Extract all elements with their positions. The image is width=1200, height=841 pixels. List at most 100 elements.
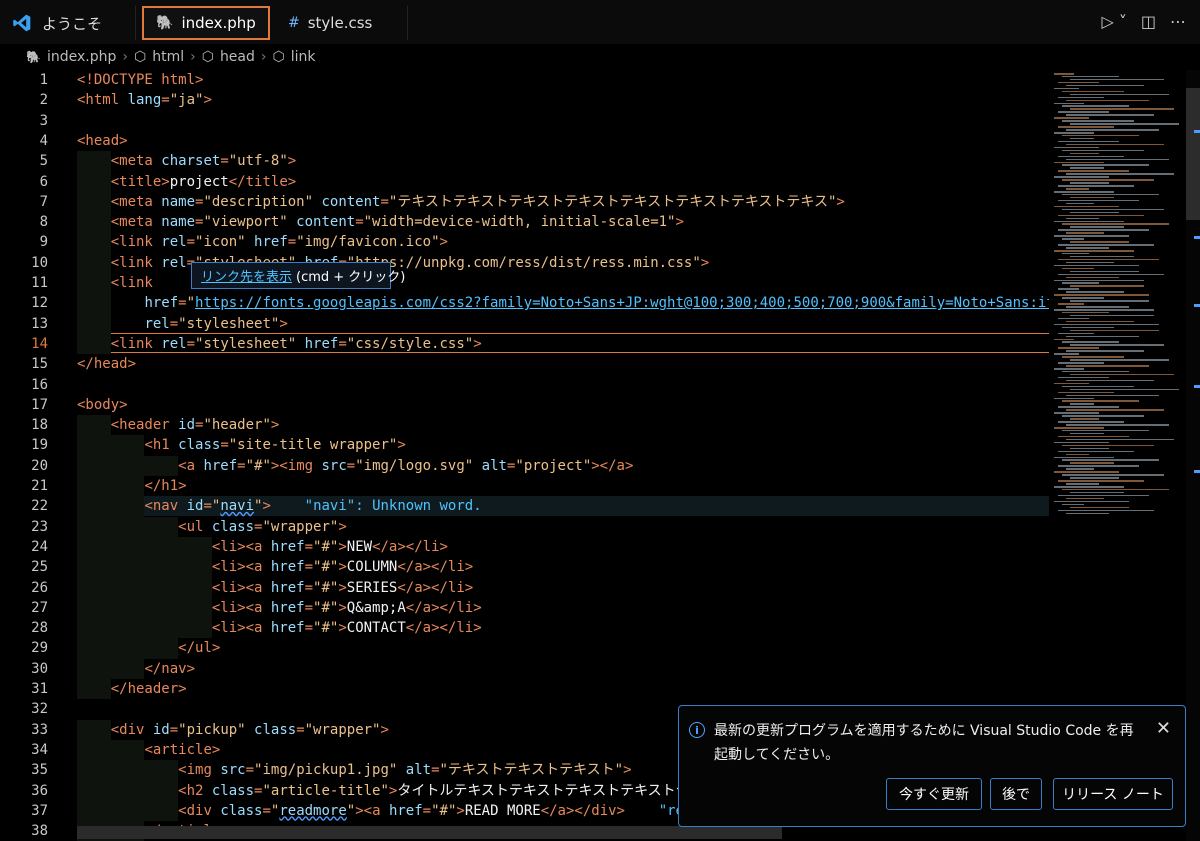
code-line[interactable]: <nav id="navi"> "navi": Unknown word.	[77, 496, 481, 516]
breadcrumb-item[interactable]: html	[152, 49, 184, 65]
minimap-line	[1054, 471, 1119, 473]
minimap-line	[1054, 176, 1109, 178]
code-line[interactable]: <li><a href="#">NEW</a></li>	[77, 537, 448, 557]
line-number: 29	[31, 640, 48, 657]
code-token: rel	[144, 315, 170, 332]
minimap-line	[1054, 235, 1129, 237]
minimap-line	[1070, 418, 1099, 420]
code-line[interactable]: <div id="pickup" class="wrapper">	[77, 720, 389, 740]
minimap-line	[1070, 167, 1104, 169]
code-line[interactable]: <li><a href="#">COLUMN</a></li>	[77, 557, 473, 577]
minimap-line	[1066, 468, 1094, 470]
code-line[interactable]: <li><a href="#">SERIES</a></li>	[77, 578, 473, 598]
minimap-line	[1066, 158, 1169, 161]
code-line[interactable]: </head>	[77, 354, 136, 374]
code-line[interactable]: <meta charset="utf-8">	[77, 151, 296, 171]
code-line[interactable]: <!DOCTYPE html>	[77, 70, 203, 90]
code-token: =	[178, 295, 187, 312]
code-line[interactable]: <article>	[77, 740, 220, 760]
code-token: "article-title"	[262, 782, 389, 799]
code-token: >	[338, 620, 347, 637]
tab-welcome[interactable]: ようこそ	[0, 6, 136, 40]
tab-index-php[interactable]: 🐘 index.php	[142, 6, 270, 40]
code-line[interactable]: <head>	[77, 131, 128, 151]
update-now-button[interactable]: 今すぐ更新	[886, 778, 982, 810]
code-line[interactable]: <h1 class="site-title wrapper">	[77, 435, 405, 455]
minimap-line	[1070, 226, 1124, 228]
minimap-line	[1062, 444, 1154, 447]
code-line[interactable]: <meta name="viewport" content="width=dev…	[77, 212, 684, 232]
code-token: <a	[178, 457, 204, 474]
code-line[interactable]: <img src="img/pickup1.jpg" alt="テキストテキスト…	[77, 760, 631, 780]
minimap-line	[1058, 155, 1124, 158]
minimap-line	[1070, 491, 1124, 494]
line-number: 15	[31, 356, 48, 373]
code-token: href	[304, 335, 339, 352]
code-line[interactable]: </ul>	[77, 638, 220, 658]
breadcrumb-item[interactable]: head	[220, 49, 255, 65]
minimap-line	[1058, 258, 1159, 261]
scrollbar-thumb[interactable]	[1186, 88, 1200, 220]
minimap-line	[1070, 123, 1179, 125]
minimap-line	[1054, 500, 1129, 503]
code-line[interactable]: <li><a href="#">Q&amp;A</a></li>	[77, 598, 482, 618]
minimap-line	[1070, 93, 1169, 96]
code-line[interactable]: <header id="header">	[77, 415, 280, 435]
code-line[interactable]: <li><a href="#">CONTACT</a></li>	[77, 618, 482, 638]
later-button[interactable]: 後で	[990, 778, 1042, 810]
code-line[interactable]: <div class="readmore"><a href="#">READ M…	[77, 801, 701, 821]
code-line[interactable]: <body>	[77, 395, 128, 415]
code-token: READ MORE	[464, 802, 541, 819]
minimap-line	[1070, 388, 1179, 391]
code-line[interactable]: <title>project</title>	[77, 172, 296, 192]
line-number: 23	[31, 518, 48, 535]
code-line[interactable]: <html lang="ja">	[77, 90, 212, 110]
code-line[interactable]: rel="stylesheet">	[77, 314, 288, 334]
line-number-gutter: 1 2 3 4 5 6 7 8 9 10 11 12 13 14 15 16 17 18 19 20 21 22 23 24 2…	[0, 70, 60, 841]
horizontal-scrollbar[interactable]	[77, 826, 782, 839]
scrollbar-marker	[1194, 236, 1200, 239]
minimap-line	[1058, 140, 1119, 143]
split-editor-icon[interactable]: ◫	[1141, 12, 1156, 31]
code-token: =	[338, 335, 347, 352]
tab-style-css[interactable]: # style.css	[276, 6, 408, 40]
minimap-line	[1054, 382, 1089, 385]
code-line[interactable]: </h1>	[77, 476, 186, 496]
code-token: "	[346, 802, 356, 819]
code-token: class	[220, 802, 263, 819]
minimap-line	[1070, 329, 1159, 332]
code-link[interactable]: https://fonts.googleapis.com/css2?family…	[195, 295, 1049, 311]
code-line[interactable]: <a href="#"><img src="img/logo.svg" alt=…	[77, 456, 633, 476]
follow-link[interactable]: リンク先を表示	[201, 266, 292, 285]
code-line[interactable]: <h2 class="article-title">タイトルテキストテキストテキ…	[77, 781, 704, 801]
code-line[interactable]: </header>	[77, 679, 187, 699]
notification-message: 最新の更新プログラムを適用するために Visual Studio Code を再…	[714, 723, 1134, 763]
minimap-line	[1054, 397, 1094, 399]
code-line[interactable]: <ul class="wrapper">	[77, 517, 347, 537]
minimap-line	[1058, 332, 1094, 335]
run-icon[interactable]: ▷ ˅	[1101, 12, 1126, 31]
breadcrumb-item[interactable]: index.php	[47, 49, 116, 65]
minimap-line	[1054, 323, 1159, 326]
minimap-line	[1058, 273, 1164, 276]
more-icon[interactable]: ⋯	[1170, 12, 1186, 31]
close-icon[interactable]: ✕	[1156, 718, 1171, 739]
code-line[interactable]: href="https://fonts.googleapis.com/css2?…	[77, 293, 1049, 313]
code-token: =	[169, 315, 179, 332]
code-line[interactable]: <link rel="icon" href="img/favicon.ico">	[77, 232, 448, 252]
code-line[interactable]: </nav>	[77, 659, 195, 679]
breadcrumb-item[interactable]: link	[291, 49, 316, 65]
code-token: </ul>	[178, 640, 221, 657]
code-line[interactable]: <link	[77, 273, 153, 293]
release-notes-button[interactable]: リリース ノート	[1053, 778, 1173, 810]
code-token: <meta	[110, 214, 162, 231]
code-line[interactable]: <meta name="description" content="テキストテキ…	[77, 192, 845, 212]
code-token: >	[279, 315, 288, 332]
line-number: 32	[31, 701, 48, 718]
code-line[interactable]: <link rel="stylesheet" href="css/style.c…	[77, 334, 482, 354]
line-number: 7	[39, 193, 48, 210]
minimap-line	[1066, 379, 1154, 382]
